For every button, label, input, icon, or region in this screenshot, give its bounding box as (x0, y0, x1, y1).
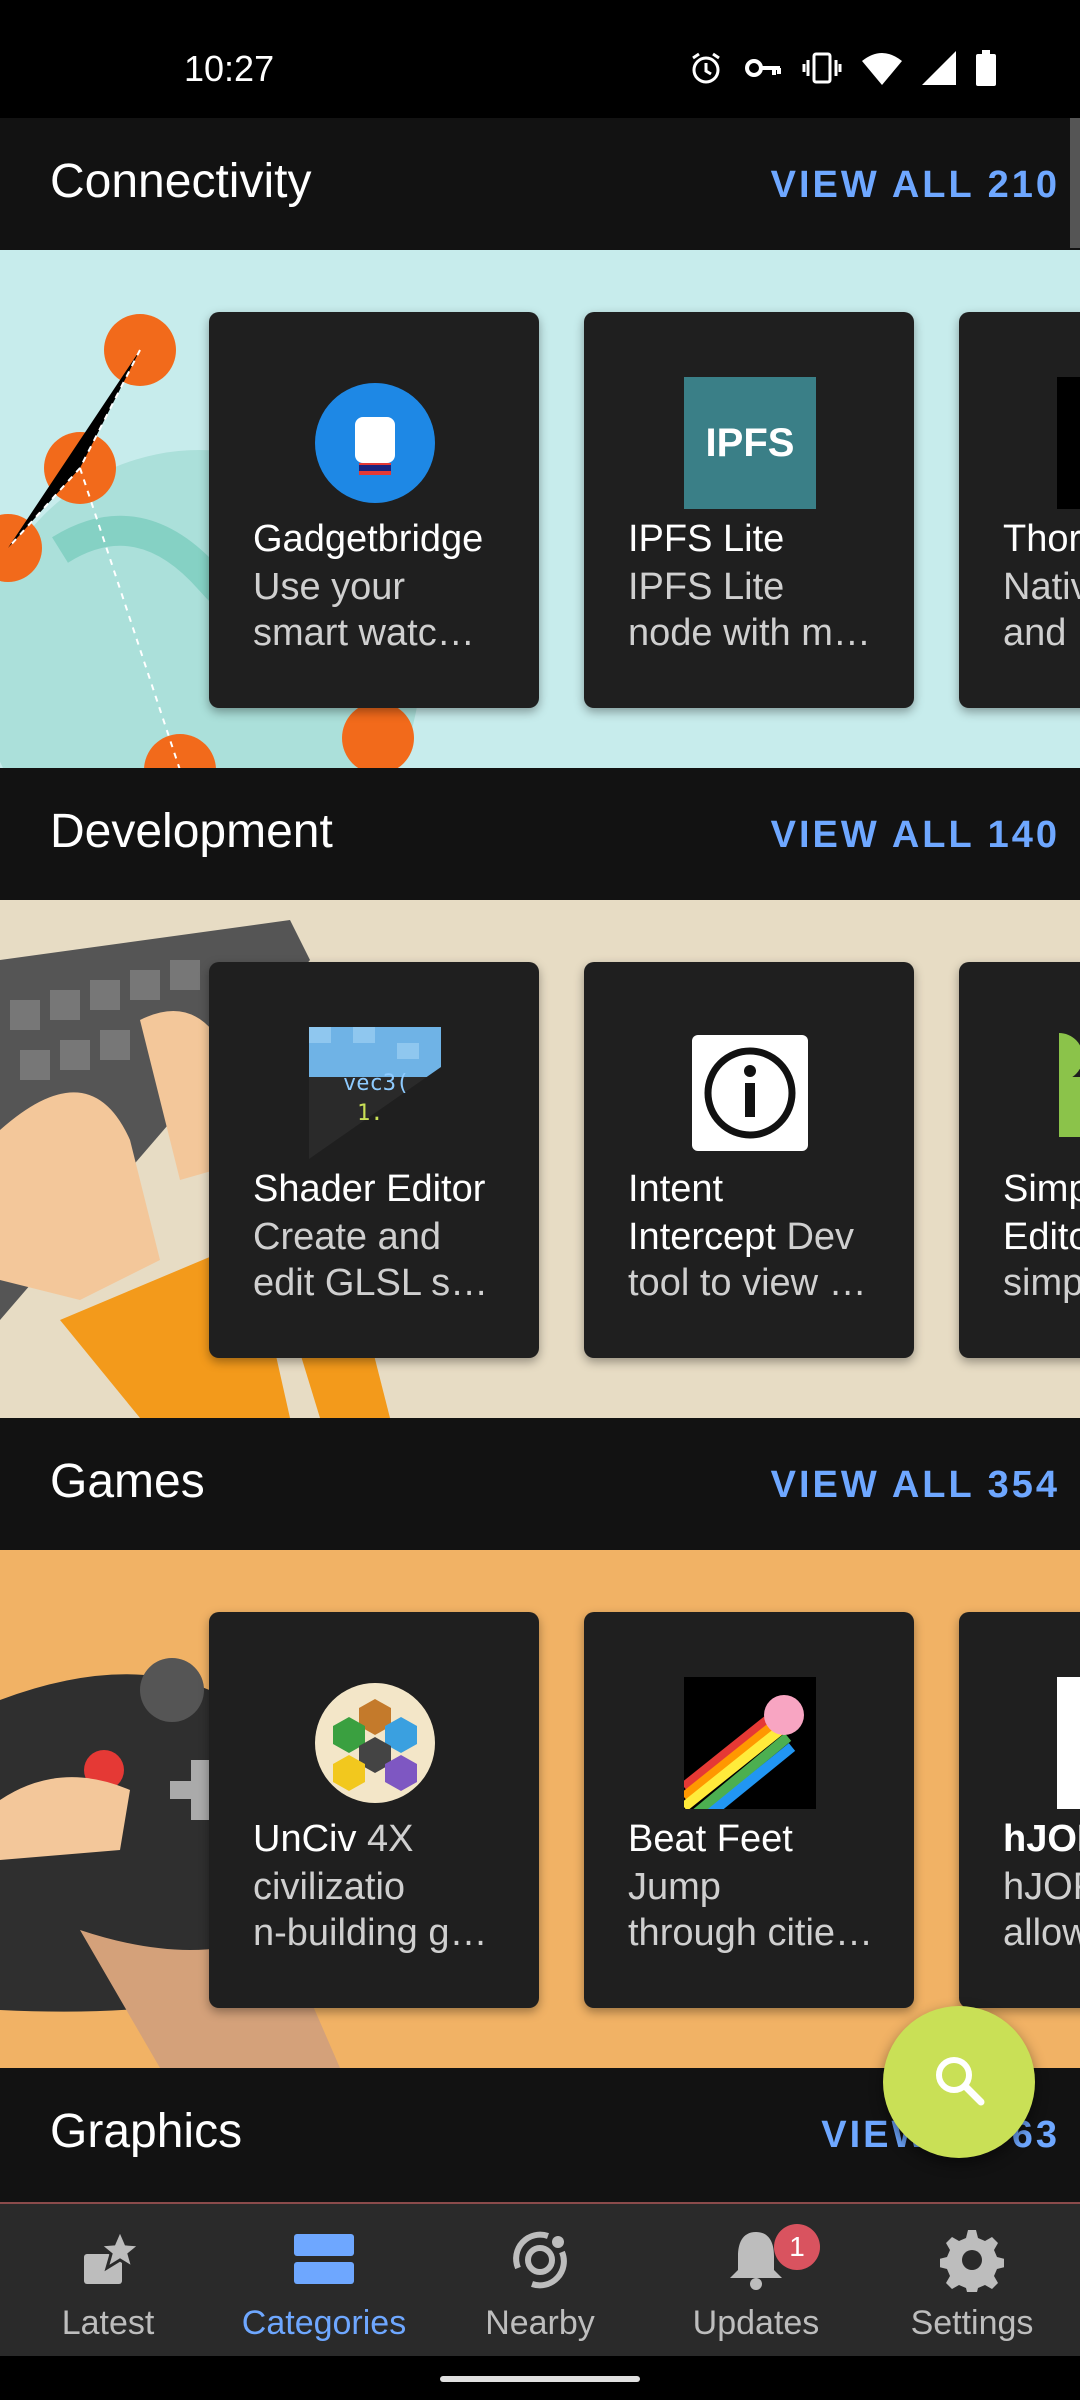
development-illustration (0, 920, 390, 1418)
app-card[interactable]: IPFS IPFS Lite IPFS Lite node with m… (584, 312, 914, 708)
section-header-games: Games VIEW ALL 354 (0, 1418, 1080, 1550)
gadgetbridge-icon (309, 377, 441, 509)
section-title: Connectivity (50, 155, 312, 208)
categories-icon (292, 2228, 356, 2292)
app-card[interactable]: UnCiv 4X civilizatio n-building g… (209, 1612, 539, 2008)
app-description: edit GLSL s… (253, 1262, 489, 1304)
app-description: tool to view … (628, 1262, 867, 1304)
app-name: UnCiv (253, 1818, 357, 1860)
app-description: civilizatio (253, 1866, 406, 1908)
app-description: and I (1003, 612, 1080, 654)
nav-label: Latest (61, 2304, 155, 2342)
games-illustration (0, 1658, 340, 2068)
alarm-icon (688, 50, 724, 91)
app-card[interactable]: hJOF hJOF allow (959, 1612, 1080, 2008)
app-description: Use your (253, 566, 406, 608)
app-name: Simp (1003, 1168, 1080, 1210)
app-name: Thor (1003, 518, 1080, 560)
connectivity-illustration (0, 314, 420, 768)
categories-list[interactable]: Connectivity VIEW ALL 210 Gadgetbridge U… (0, 118, 1080, 2202)
nav-label: Updates (692, 2304, 820, 2342)
signal-icon (922, 51, 956, 90)
app-description: Create and (253, 1216, 442, 1258)
home-indicator[interactable] (440, 2376, 640, 2382)
shader-icon-code: vec3( (343, 1071, 410, 1096)
app-description: n-building g… (253, 1912, 488, 1954)
app-card[interactable]: vec3( 1. Shader Editor Create and edit G… (209, 962, 539, 1358)
nav-label: Settings (910, 2304, 1034, 2342)
app-name: IPFS Lite (628, 518, 785, 560)
app-description: allow (1003, 1912, 1080, 1954)
app-description: simp (1003, 1262, 1080, 1304)
shader-editor-icon: vec3( 1. (309, 1027, 441, 1159)
app-description: IPFS Lite (628, 566, 785, 608)
view-all-button[interactable]: VIEW ALL 140 (771, 814, 1060, 857)
nav-item-latest[interactable]: Latest (0, 2204, 216, 2358)
app-name: Shader Editor (253, 1168, 486, 1210)
vibrate-icon (802, 50, 842, 91)
section-title: Graphics (50, 2105, 243, 2158)
category-banner-games[interactable]: UnCiv 4X civilizatio n-building g… Beat … (0, 1550, 1080, 2068)
info-icon (684, 1027, 816, 1159)
category-banner-development[interactable]: vec3( 1. Shader Editor Create and edit G… (0, 900, 1080, 1418)
app-description: Dev (786, 1216, 855, 1258)
bottom-navigation: Latest Categories Nearby 1 Updates Setti… (0, 2202, 1080, 2358)
section-header-development: Development VIEW ALL 140 (0, 768, 1080, 900)
search-icon (931, 2052, 987, 2113)
android-icon (1035, 1027, 1080, 1159)
app-description: 4X (367, 1818, 414, 1860)
star-icon (76, 2226, 144, 2292)
vpn-key-icon (744, 50, 782, 91)
app-name-line: UnCiv 4X (253, 1818, 414, 1861)
app-icon (1057, 377, 1080, 509)
app-description: smart watc… (253, 612, 475, 654)
app-description: Jump (628, 1866, 721, 1908)
ipfs-lite-icon: IPFS (684, 377, 816, 509)
app-card[interactable]: Gadgetbridge Use your smart watc… (209, 312, 539, 708)
scrollbar[interactable] (1070, 118, 1080, 248)
search-fab[interactable] (883, 2006, 1035, 2158)
section-title: Games (50, 1455, 205, 1508)
gesture-bar (0, 2356, 1080, 2400)
beat-feet-icon (680, 1677, 816, 1821)
nav-item-updates[interactable]: 1 Updates (648, 2204, 864, 2358)
app-name: hJOF (1003, 1818, 1080, 1860)
app-name: Beat Feet (628, 1818, 793, 1860)
status-bar: 10:27 (0, 0, 1080, 118)
app-icon (1057, 1677, 1080, 1809)
app-description: node with m… (628, 612, 871, 654)
view-all-button[interactable]: VIEW ALL 210 (771, 164, 1060, 207)
app-description: Nativ (1003, 566, 1080, 608)
app-card[interactable]: Thor Nativ and I (959, 312, 1080, 708)
section-title: Development (50, 805, 333, 858)
app-name: Gadgetbridge (253, 518, 484, 560)
app-description: through citie… (628, 1912, 874, 1954)
view-all-button[interactable]: VIEW ALL 354 (771, 1464, 1060, 1507)
nearby-icon (508, 2228, 572, 2292)
ipfs-icon-text: IPFS (705, 420, 795, 465)
app-card[interactable]: Intent Intercept Dev tool to view … (584, 962, 914, 1358)
status-time: 10:27 (184, 48, 275, 89)
app-name: Intent (628, 1168, 724, 1210)
shader-icon-code-2: 1. (357, 1101, 384, 1126)
nav-label: Categories (241, 2304, 407, 2342)
category-banner-connectivity[interactable]: Gadgetbridge Use your smart watc… IPFS I… (0, 250, 1080, 768)
app-name: Edito (1003, 1216, 1080, 1258)
nav-label: Nearby (485, 2304, 595, 2342)
section-header-connectivity: Connectivity VIEW ALL 210 (0, 118, 1080, 250)
app-description: hJOF (1003, 1866, 1080, 1908)
status-icons (688, 50, 996, 91)
app-name: Intercept (628, 1216, 776, 1258)
wifi-icon (862, 51, 902, 90)
nav-item-settings[interactable]: Settings (864, 2204, 1080, 2358)
unciv-icon (309, 1677, 441, 1809)
gear-icon (939, 2228, 1005, 2296)
updates-badge: 1 (774, 2224, 820, 2270)
battery-icon (976, 50, 996, 91)
app-card[interactable]: Beat Feet Jump through citie… (584, 1612, 914, 2008)
nav-item-categories[interactable]: Categories (216, 2204, 432, 2358)
app-card[interactable]: Simp Edito simp (959, 962, 1080, 1358)
app-name-line-2: Intercept Dev (628, 1214, 888, 1260)
nav-item-nearby[interactable]: Nearby (432, 2204, 648, 2358)
